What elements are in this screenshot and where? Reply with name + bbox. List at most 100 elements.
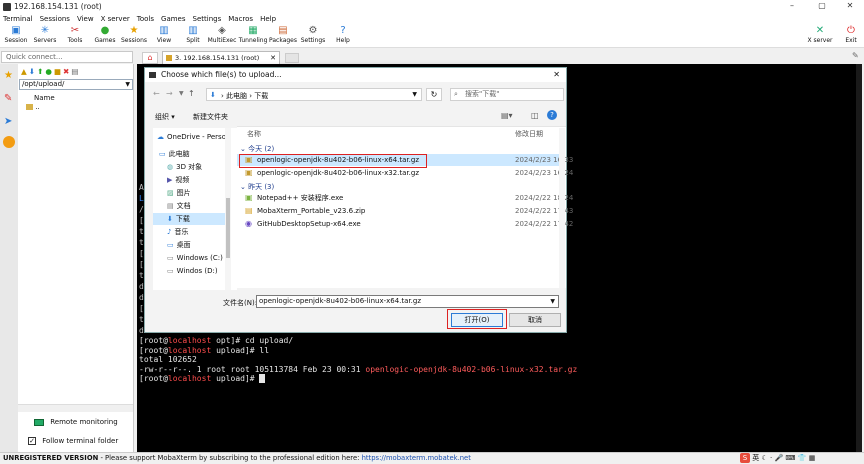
download-icon[interactable]: ⬇	[29, 67, 37, 76]
preview-pane-icon[interactable]: ◫	[531, 111, 539, 120]
remote-monitoring-button[interactable]: Remote monitoring	[34, 416, 118, 428]
organize-button[interactable]: 组织 ▾	[155, 112, 175, 122]
nav-item[interactable]: ☁ OneDrive - Perso	[153, 131, 229, 143]
address-bar[interactable]: ⬇ › 此电脑 › 下载 ▼	[206, 88, 422, 101]
up-folder-icon[interactable]: ▲	[21, 67, 29, 76]
nav-item[interactable]: ◍ 3D 对象	[153, 161, 229, 173]
toolbar-settings-button[interactable]: ⚙ Settings	[298, 25, 328, 44]
nav-item[interactable]: ▭ Windos (D:)	[153, 265, 229, 277]
toolbar-session-button[interactable]: ▣ Session	[1, 25, 31, 44]
punctuation-icon[interactable]: ·	[770, 454, 772, 462]
view-options-icon[interactable]: ▤▾	[501, 111, 513, 120]
toolbar-sessions-button[interactable]: ★ Sessions	[119, 25, 149, 44]
file-group-header[interactable]: ⌄ 今天 (2)	[240, 144, 274, 154]
pin-icon[interactable]: ✎	[852, 51, 859, 60]
collapse-icon[interactable]: ⌄	[240, 145, 248, 153]
macros-icon[interactable]	[3, 136, 15, 148]
file-row[interactable]: ▣ Notepad++ 安装程序.exe 2024/2/22 18:24	[237, 192, 573, 204]
file-row[interactable]: ▣ openlogic-openjdk-8u402-b06-linux-x32.t…	[237, 167, 573, 179]
file-list-scrollbar[interactable]	[559, 128, 565, 288]
menu-view[interactable]: View	[74, 15, 98, 23]
toolbar-multiexec-button[interactable]: ◈ MultiExec	[207, 25, 237, 44]
sftp-scrollbar[interactable]	[18, 404, 133, 412]
new-tab-button[interactable]	[285, 53, 299, 63]
moon-icon[interactable]: ☾	[761, 454, 767, 462]
menu-terminal[interactable]: Terminal	[0, 15, 37, 23]
toolbar-tunneling-button[interactable]: ▦ Tunneling	[238, 25, 268, 44]
new-folder-icon[interactable]: ■	[54, 67, 63, 76]
quick-connect-input[interactable]: Quick connect...	[1, 51, 133, 63]
nav-item[interactable]: ▭ 此电脑	[153, 148, 229, 160]
address-dropdown-icon[interactable]: ▼	[412, 91, 417, 98]
checkbox-checked-icon[interactable]: ✓	[28, 437, 36, 445]
menu-macros[interactable]: Macros	[225, 15, 257, 23]
toolbar-servers-button[interactable]: ✳ Servers	[30, 25, 60, 44]
follow-terminal-folder-checkbox[interactable]: ✓ Follow terminal folder	[28, 435, 118, 447]
toolbar-split-button[interactable]: ▥ Split	[178, 25, 208, 44]
forward-arrow-icon[interactable]: →	[166, 89, 173, 98]
recent-dropdown-icon[interactable]: ▼	[179, 90, 184, 97]
refresh-icon[interactable]: ●	[45, 67, 54, 76]
parent-folder-item[interactable]: ..	[26, 103, 40, 111]
menu-x-server[interactable]: X server	[98, 15, 134, 23]
nav-pane-scrollbar[interactable]	[225, 128, 231, 290]
home-tab[interactable]: ⌂	[142, 52, 158, 64]
back-arrow-icon[interactable]: ←	[153, 89, 160, 98]
column-header-name[interactable]: 名称	[247, 129, 261, 139]
sftp-icon[interactable]: ➤	[4, 116, 12, 127]
close-button[interactable]: ✕	[836, 0, 864, 13]
close-tab-icon[interactable]: ✕	[270, 52, 276, 64]
chevron-down-icon[interactable]: ▼	[125, 80, 130, 89]
nav-item[interactable]: ♪ 音乐	[153, 226, 229, 238]
menu-help[interactable]: Help	[257, 15, 280, 23]
new-file-icon[interactable]: ▤	[71, 67, 80, 76]
up-arrow-icon[interactable]: ↑	[188, 89, 195, 98]
menu-tools[interactable]: Tools	[134, 15, 158, 23]
toolbar-view-button[interactable]: ▥ View	[149, 25, 179, 44]
tab-session-3[interactable]: 3. 192.168.154.131 (root) ✕	[162, 51, 280, 64]
file-group-header[interactable]: ⌄ 昨天 (3)	[240, 182, 274, 192]
nav-item[interactable]: ▤ 文档	[153, 200, 229, 212]
input-method-icon[interactable]: S	[740, 453, 750, 463]
tools-icon[interactable]: ✎	[4, 93, 12, 104]
nav-item[interactable]: ⬇ 下载	[153, 213, 229, 225]
filename-dropdown-icon[interactable]: ▼	[550, 296, 555, 307]
toolbar-games-button[interactable]: ● Games	[90, 25, 120, 44]
nav-item[interactable]: ▭ 桌面	[153, 239, 229, 251]
new-folder-button[interactable]: 新建文件夹	[193, 112, 228, 122]
keyboard-icon[interactable]: ⌨	[785, 454, 795, 462]
search-box[interactable]: ⌕ 搜索"下载"	[450, 88, 564, 101]
microphone-icon[interactable]: 🎤	[774, 454, 783, 462]
nav-scroll-thumb[interactable]	[226, 198, 230, 258]
collapse-icon[interactable]: ⌄	[240, 183, 248, 191]
file-row[interactable]: ◉ GitHubDesktopSetup-x64.exe 2024/2/22 17:…	[237, 218, 573, 230]
toolbar-packages-button[interactable]: ▤ Packages	[268, 25, 298, 44]
nav-item[interactable]: ▶ 视频	[153, 174, 229, 186]
nav-item[interactable]: ▨ 图片	[153, 187, 229, 199]
refresh-button[interactable]: ↻	[426, 88, 442, 101]
toolbar-x-server-button[interactable]: ✕ X server	[805, 25, 835, 44]
file-row[interactable]: ▤ MobaXterm_Portable_v23.6.zip 2024/2/22 1…	[237, 205, 573, 217]
dialog-close-button[interactable]: ✕	[553, 68, 560, 82]
menu-settings[interactable]: Settings	[190, 15, 226, 23]
column-header-modified[interactable]: 修改日期	[515, 129, 543, 139]
toolbar-exit-button[interactable]: ⏻ Exit	[836, 25, 864, 44]
maximize-button[interactable]: ▢	[808, 0, 836, 13]
star-icon[interactable]: ★	[4, 70, 13, 81]
skin-icon[interactable]: 👕	[798, 454, 807, 462]
filename-input[interactable]: openlogic-openjdk-8u402-b06-linux-x64.ta…	[256, 295, 559, 308]
toolbar-tools-button[interactable]: ✂ Tools	[60, 25, 90, 44]
sidebar-vertical-tabs: ★ ✎ ➤	[0, 64, 18, 452]
toolbar-help-button[interactable]: ? Help	[328, 25, 358, 44]
minimize-button[interactable]: –	[778, 0, 806, 13]
sftp-column-name[interactable]: Name	[34, 94, 55, 102]
nav-item[interactable]: ▭ Windows (C:)	[153, 252, 229, 264]
grid-icon[interactable]: ▦	[809, 454, 816, 462]
cancel-button[interactable]: 取消	[509, 313, 561, 327]
terminal-scrollbar[interactable]	[856, 64, 862, 452]
menu-sessions[interactable]: Sessions	[37, 15, 74, 23]
subscription-link[interactable]: https://mobaxterm.mobatek.net	[362, 454, 471, 462]
sftp-path-field[interactable]: /opt/upload/ ▼	[19, 79, 133, 90]
menu-games[interactable]: Games	[158, 15, 190, 23]
help-icon[interactable]: ?	[547, 110, 557, 120]
